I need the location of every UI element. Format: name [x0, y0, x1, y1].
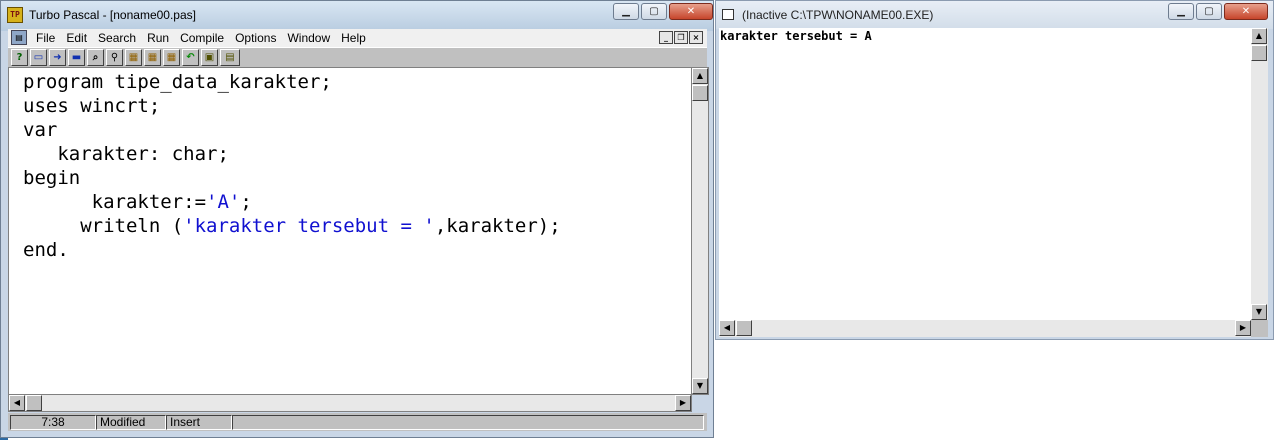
output-vertical-scrollbar[interactable]: ▲ ▼ — [1251, 28, 1268, 320]
editor-vertical-scrollbar[interactable]: ▲ ▼ — [692, 67, 709, 395]
scroll-up-icon[interactable]: ▲ — [692, 68, 708, 84]
child-minimize-button[interactable]: _ — [659, 31, 673, 44]
scroll-down-icon[interactable]: ▼ — [692, 378, 708, 394]
search-icon[interactable]: ⌕ — [87, 49, 104, 66]
menu-edit[interactable]: Edit — [66, 31, 87, 45]
code-line-6b: ; — [240, 191, 252, 213]
turbo-pascal-window: TP Turbo Pascal - [noname00.pas] ▁ ▢ ✕ ▤… — [0, 0, 714, 438]
insert-mode-indicator: Insert — [166, 415, 232, 430]
menu-run[interactable]: Run — [147, 31, 169, 45]
child-close-button[interactable]: × — [689, 31, 703, 44]
program-output-window: (Inactive C:\TPW\NONAME00.EXE) ▁ ▢ ✕ kar… — [715, 0, 1274, 340]
size-grip[interactable] — [1251, 320, 1268, 337]
editor-horizontal-scrollbar[interactable]: ◀ ▶ — [8, 395, 692, 412]
system-menu-icon[interactable] — [722, 9, 734, 20]
code-editor[interactable]: program tipe_data_karakter; uses wincrt;… — [8, 67, 692, 395]
scroll-thumb[interactable] — [736, 320, 752, 336]
code-line-5: begin — [23, 167, 81, 189]
run-icon[interactable]: ▦ — [163, 49, 180, 66]
scroll-thumb[interactable] — [692, 85, 708, 101]
code-line-7a: writeln ( — [23, 215, 184, 237]
make-icon[interactable]: ▦ — [144, 49, 161, 66]
output-title-bar[interactable]: (Inactive C:\TPW\NONAME00.EXE) ▁ ▢ ✕ — [716, 1, 1273, 29]
scroll-right-icon[interactable]: ▶ — [675, 395, 691, 411]
menu-search[interactable]: Search — [98, 31, 136, 45]
maximize-button[interactable]: ▢ — [641, 3, 667, 20]
toolbar: ? ▭ ➜ ▬ ⌕ ⚲ ▦ ▦ ▦ ↶ ▣ ▤ — [8, 47, 707, 67]
program-output-text: karakter tersebut = A — [720, 29, 872, 43]
code-line-3: var — [23, 119, 58, 141]
open-file-icon[interactable]: ▭ — [30, 49, 47, 66]
code-line-4: karakter: char; — [23, 143, 229, 165]
scroll-down-icon[interactable]: ▼ — [1251, 304, 1267, 320]
compile-icon[interactable]: ▦ — [125, 49, 142, 66]
save-file-icon[interactable]: ➜ — [49, 49, 66, 66]
turbo-pascal-app-icon[interactable]: TP — [7, 7, 23, 23]
close-button[interactable]: ✕ — [669, 3, 713, 20]
output-horizontal-scrollbar[interactable]: ◀ ▶ — [719, 320, 1251, 337]
modified-indicator: Modified — [96, 415, 166, 430]
output-close-button[interactable]: ✕ — [1224, 3, 1268, 20]
code-line-1: program tipe_data_karakter; — [23, 71, 332, 93]
scroll-up-icon[interactable]: ▲ — [1251, 28, 1267, 44]
menu-window[interactable]: Window — [287, 31, 330, 45]
string-literal: 'karakter tersebut = ' — [183, 215, 435, 237]
menu-bar: ▤ File Edit Search Run Compile Options W… — [8, 29, 707, 47]
code-line-7b: ,karakter); — [434, 215, 561, 237]
code-line-8: end. — [23, 239, 69, 261]
menu-options[interactable]: Options — [235, 31, 276, 45]
menu-help[interactable]: Help — [341, 31, 366, 45]
window-title: Turbo Pascal - [noname00.pas] — [29, 8, 196, 22]
title-bar[interactable]: TP Turbo Pascal - [noname00.pas] ▁ ▢ ✕ — [1, 1, 713, 31]
code-line-2: uses wincrt; — [23, 95, 161, 117]
child-restore-button[interactable]: ❐ — [674, 31, 688, 44]
document-icon[interactable]: ▤ — [11, 30, 27, 45]
scroll-thumb[interactable] — [1251, 45, 1267, 61]
menu-file[interactable]: File — [36, 31, 55, 45]
status-bar: 7:38 Modified Insert — [8, 413, 707, 431]
output-maximize-button[interactable]: ▢ — [1196, 3, 1222, 20]
output-window-title: (Inactive C:\TPW\NONAME00.EXE) — [742, 8, 934, 22]
scroll-right-icon[interactable]: ▶ — [1235, 320, 1251, 336]
find-icon[interactable]: ⚲ — [106, 49, 123, 66]
menu-compile[interactable]: Compile — [180, 31, 224, 45]
save-as-icon[interactable]: ▬ — [68, 49, 85, 66]
scroll-left-icon[interactable]: ◀ — [719, 320, 735, 336]
string-literal: 'A' — [206, 191, 241, 213]
output-minimize-button[interactable]: ▁ — [1168, 3, 1194, 20]
code-line-6a: karakter:= — [23, 191, 207, 213]
scroll-thumb[interactable] — [26, 395, 42, 411]
scroll-left-icon[interactable]: ◀ — [9, 395, 25, 411]
source-code[interactable]: program tipe_data_karakter; uses wincrt;… — [23, 70, 561, 262]
status-message — [232, 415, 704, 430]
output-client-area[interactable]: karakter tersebut = A — [719, 28, 1251, 320]
cursor-position: 7:38 — [10, 415, 96, 430]
tp-icon[interactable]: ▤ — [220, 49, 240, 66]
help-icon[interactable]: ? — [11, 49, 28, 66]
minimize-button[interactable]: ▁ — [613, 3, 639, 20]
clipboard-icon[interactable]: ▣ — [201, 49, 218, 66]
undo-icon[interactable]: ↶ — [182, 49, 199, 66]
